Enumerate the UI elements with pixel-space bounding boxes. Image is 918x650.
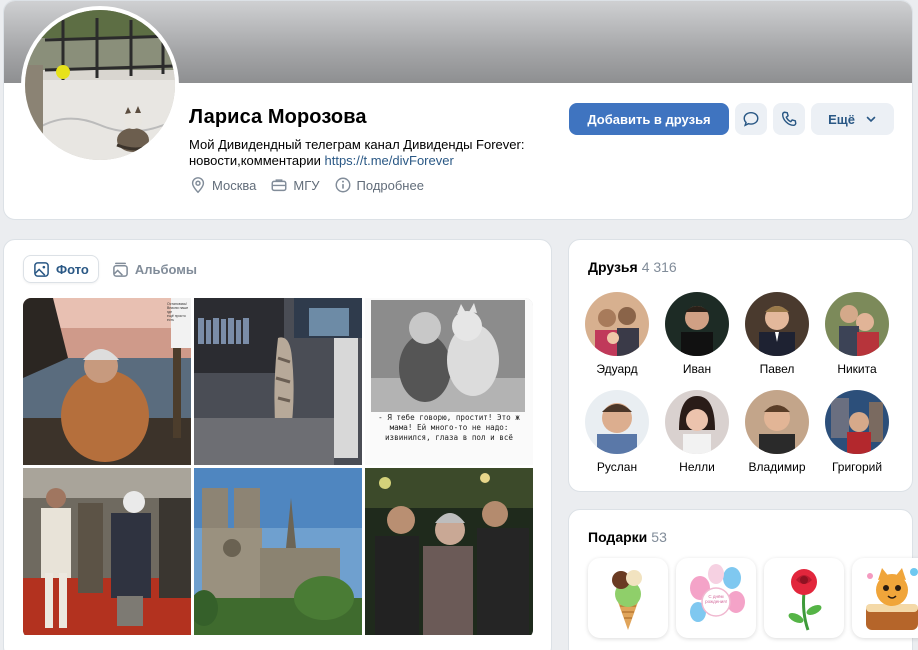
cat-cake-icon bbox=[866, 568, 918, 630]
profile-status: Мой Дивидендный телеграм канал Дивиденды… bbox=[189, 137, 559, 169]
friends-grid: Эдуард Иван Павел Никита Руслан Нелли Вл… bbox=[577, 292, 907, 474]
photo-grid: Остановись! Вникни наше где ещё просто е… bbox=[23, 298, 533, 638]
photo-item-notre-dame[interactable] bbox=[194, 468, 362, 635]
gifts-title[interactable]: Подарки 53 bbox=[588, 529, 667, 545]
photo-item-child-cat[interactable]: - Я тебе говорю, простит! Это ж мама! Ей… bbox=[365, 298, 533, 465]
gift-item-ice-cream[interactable] bbox=[588, 558, 668, 638]
friend-item[interactable]: Григорий bbox=[817, 390, 897, 474]
photo-caption: - Я тебе говорю, простит! Это ж мама! Ей… bbox=[378, 413, 520, 442]
friend-name: Никита bbox=[837, 362, 877, 376]
friend-item[interactable]: Павел bbox=[737, 292, 817, 376]
meta-more-info[interactable]: Подробнее bbox=[334, 176, 424, 194]
avatar-image bbox=[825, 390, 889, 454]
photo-item-cat-shelf[interactable] bbox=[194, 298, 362, 465]
friend-name: Нелли bbox=[679, 460, 715, 474]
meta-city[interactable]: Москва bbox=[189, 176, 256, 194]
photo-item-event[interactable] bbox=[365, 468, 533, 635]
avatar-image bbox=[585, 390, 649, 454]
photo-image bbox=[194, 298, 362, 465]
photo-overlay-text: Остановись! Вникни наше где ещё просто е… bbox=[167, 302, 189, 322]
profile-avatar[interactable] bbox=[21, 6, 179, 164]
friend-name: Руслан bbox=[596, 460, 638, 474]
photo-item-crowd[interactable] bbox=[23, 468, 191, 635]
friend-item[interactable]: Руслан bbox=[577, 390, 657, 474]
friend-item[interactable]: Нелли bbox=[657, 390, 737, 474]
city-label: Москва bbox=[212, 177, 257, 193]
gifts-count: 53 bbox=[651, 529, 667, 545]
friend-item[interactable]: Иван bbox=[657, 292, 737, 376]
friend-item[interactable]: Никита bbox=[817, 292, 897, 376]
more-info-label: Подробнее bbox=[356, 177, 424, 193]
friends-title-label: Друзья bbox=[588, 259, 638, 275]
friend-avatar bbox=[665, 390, 729, 454]
photo-image bbox=[23, 468, 191, 635]
ice-cream-icon bbox=[612, 570, 642, 630]
add-friend-button[interactable]: Добавить в друзья bbox=[569, 103, 729, 135]
profile-header: Лариса Морозова Мой Дивидендный телеграм… bbox=[3, 0, 913, 220]
friend-avatar bbox=[745, 292, 809, 356]
friend-item[interactable]: Владимир bbox=[737, 390, 817, 474]
more-label: Ещё bbox=[828, 111, 855, 127]
photo-tabs: Фото Альбомы bbox=[23, 255, 210, 283]
avatar-image bbox=[585, 292, 649, 356]
avatar-image bbox=[665, 292, 729, 356]
location-pin-icon bbox=[191, 177, 205, 194]
info-icon bbox=[335, 177, 351, 193]
chevron-down-icon bbox=[866, 116, 876, 123]
friend-name: Григорий bbox=[831, 460, 883, 474]
photo-icon bbox=[34, 261, 49, 277]
avatar-image bbox=[665, 390, 729, 454]
meta-university[interactable]: МГУ bbox=[270, 176, 320, 194]
friend-avatar bbox=[585, 390, 649, 454]
gift-item-cat-cake[interactable] bbox=[852, 558, 918, 638]
avatar-image bbox=[825, 292, 889, 356]
tab-photos[interactable]: Фото bbox=[23, 255, 99, 283]
photo-image bbox=[23, 298, 191, 465]
more-button[interactable]: Ещё bbox=[811, 103, 894, 135]
avatar-image bbox=[745, 292, 809, 356]
friend-name: Иван bbox=[682, 362, 712, 376]
friend-avatar bbox=[665, 292, 729, 356]
message-icon bbox=[743, 111, 759, 127]
call-button[interactable] bbox=[773, 103, 805, 135]
phone-icon bbox=[781, 111, 797, 127]
friend-name: Павел bbox=[759, 362, 795, 376]
message-button[interactable] bbox=[735, 103, 767, 135]
tab-photos-label: Фото bbox=[56, 261, 89, 277]
friends-block: Друзья 4 316 Эдуард Иван Павел Никита Ру… bbox=[568, 239, 913, 492]
gifts-block: Подарки 53 С днём рождения! bbox=[568, 509, 918, 650]
photo-image bbox=[194, 468, 362, 635]
gift-item-balloons[interactable]: С днём рождения! bbox=[676, 558, 756, 638]
friends-title[interactable]: Друзья 4 316 bbox=[588, 259, 677, 275]
photo-item-woman-sea[interactable]: Остановись! Вникни наше где ещё просто е… bbox=[23, 298, 191, 465]
avatar-image bbox=[745, 390, 809, 454]
gift-item-rose[interactable] bbox=[764, 558, 844, 638]
rose-icon bbox=[788, 569, 822, 631]
profile-meta: Москва МГУ Подробнее bbox=[189, 176, 438, 194]
friend-avatar bbox=[825, 390, 889, 454]
albums-icon bbox=[112, 262, 128, 277]
friend-name: Владимир bbox=[748, 460, 806, 474]
profile-name: Лариса Морозова bbox=[189, 106, 367, 128]
friend-avatar bbox=[585, 292, 649, 356]
friends-count: 4 316 bbox=[641, 259, 677, 275]
friend-name: Эдуард bbox=[596, 362, 638, 376]
friend-avatar bbox=[745, 390, 809, 454]
status-link[interactable]: https://t.me/divForever bbox=[324, 153, 453, 168]
gift-card-text: С днём рождения! bbox=[705, 594, 727, 604]
friend-item[interactable]: Эдуард bbox=[577, 292, 657, 376]
photo-image bbox=[365, 468, 533, 635]
tab-albums[interactable]: Альбомы bbox=[103, 255, 206, 283]
education-icon bbox=[271, 179, 287, 192]
friend-avatar bbox=[825, 292, 889, 356]
avatar-image bbox=[25, 10, 175, 160]
gifts-row: С днём рождения! bbox=[588, 558, 918, 638]
tab-albums-label: Альбомы bbox=[134, 261, 198, 277]
university-label: МГУ bbox=[293, 177, 320, 193]
gifts-title-label: Подарки bbox=[588, 529, 648, 545]
photos-block: Фото Альбомы Остановись! Вникни наше где… bbox=[3, 239, 552, 650]
